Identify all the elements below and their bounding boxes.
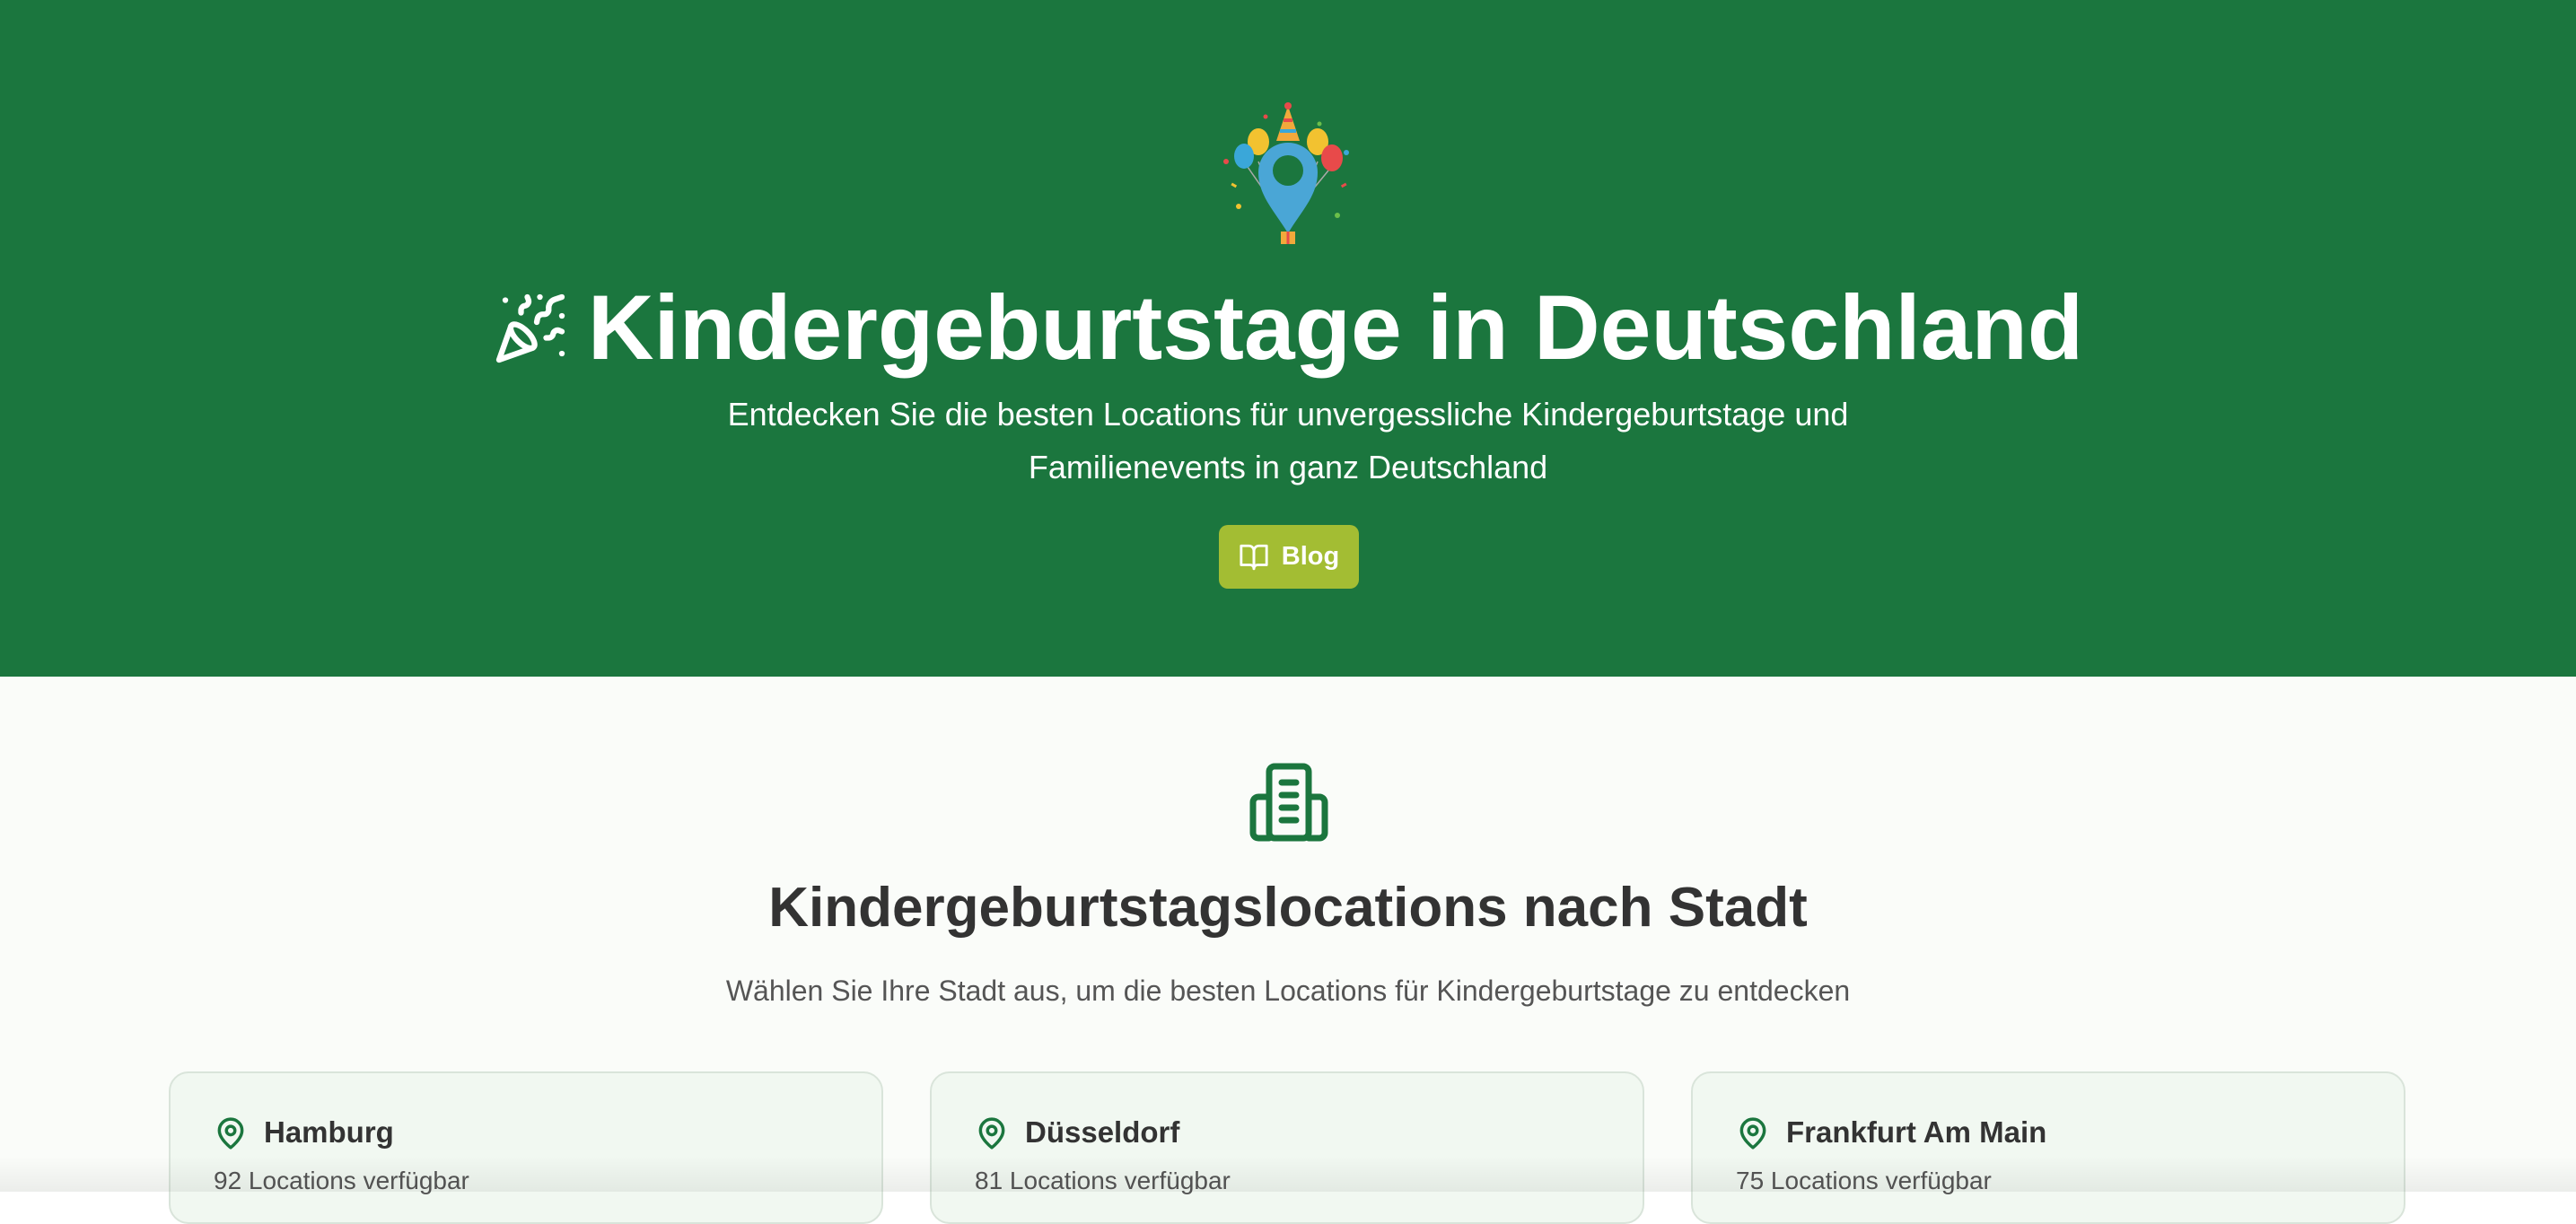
map-pin-icon bbox=[978, 1117, 1005, 1150]
hero-banner: Kindergeburtstage in Deutschland Entdeck… bbox=[0, 0, 2576, 677]
blog-button[interactable]: Blog bbox=[1219, 525, 1359, 589]
hero-subtitle: Entdecken Sie die besten Locations für u… bbox=[727, 396, 1849, 485]
map-pin-icon bbox=[1739, 1117, 1766, 1150]
city-name: Frankfurt Am Main bbox=[1786, 1115, 2047, 1149]
city-card-hamburg[interactable]: Hamburg 92 Locations verfügbar bbox=[169, 1071, 883, 1224]
city-name: Hamburg bbox=[264, 1115, 394, 1149]
map-pin-icon bbox=[217, 1117, 244, 1150]
city-card-frankfurt[interactable]: Frankfurt Am Main 75 Locations verfügbar bbox=[1691, 1071, 2405, 1224]
bottom-fade bbox=[0, 1156, 2576, 1192]
blog-button-label: Blog bbox=[1281, 542, 1340, 571]
page-title: Kindergeburtstage in Deutschland bbox=[0, 269, 2576, 386]
section-subtitle: Wählen Sie Ihre Stadt aus, um die besten… bbox=[725, 975, 1851, 1007]
party-popper-icon bbox=[495, 293, 565, 363]
city-card-duesseldorf[interactable]: Düsseldorf 81 Locations verfügbar bbox=[930, 1071, 1644, 1224]
building-icon bbox=[1249, 763, 1328, 842]
page-title-text: Kindergeburtstage in Deutschland bbox=[587, 276, 2084, 379]
book-open-icon bbox=[1240, 544, 1268, 570]
city-name: Düsseldorf bbox=[1025, 1115, 1180, 1149]
section-title: Kindergeburtstagslocations nach Stadt bbox=[768, 877, 1808, 939]
party-pin-logo bbox=[1223, 102, 1349, 244]
